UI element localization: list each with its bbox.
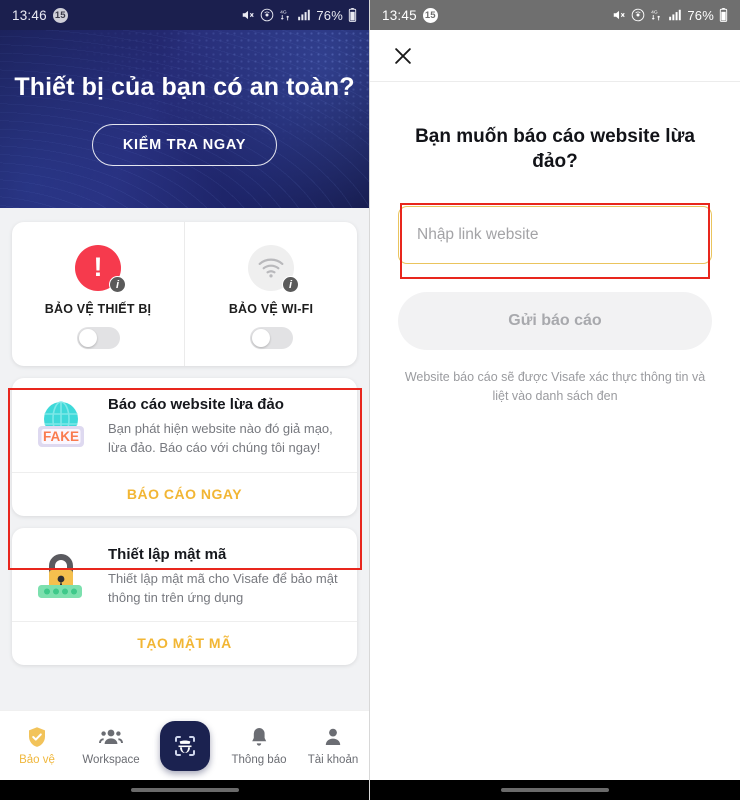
wifi-protection-label: BẢO VỆ WI-FI <box>228 302 314 316</box>
data-transfer-icon: 4G <box>280 9 290 21</box>
nav-item-scan-fab[interactable] <box>148 720 222 771</box>
battery-percent: 76% <box>316 7 343 23</box>
hero-title: Thiết bị của bạn có an toàn? <box>14 72 355 101</box>
hotspot-icon <box>632 8 645 22</box>
protection-card: ! i BẢO VỆ THIẾT BỊ i BẢO VỆ WI-FI <box>12 222 357 366</box>
website-link-input[interactable] <box>398 206 712 265</box>
mute-icon <box>243 10 255 20</box>
bottom-navigation: Bảo vệ Workspace Thông báo Tài khoản <box>0 710 369 780</box>
nav-label: Workspace <box>82 754 140 766</box>
wifi-protection-icon-wrap: i <box>248 245 299 293</box>
info-icon[interactable]: i <box>109 276 126 293</box>
padlock-icon <box>28 544 94 608</box>
nav-label: Thông báo <box>231 754 287 766</box>
device-protection-icon-wrap: ! i <box>75 245 126 293</box>
report-card-top: FAKE Báo cáo website lừa đảo Bạn phát hi… <box>12 378 357 472</box>
status-bar-left: 13:46 15 <box>12 7 68 23</box>
wifi-protection-tile[interactable]: i BẢO VỆ WI-FI <box>184 222 357 366</box>
report-sheet-body: Bạn muốn báo cáo website lừa đảo? Gửi bá… <box>370 82 740 406</box>
mute-icon <box>614 10 626 20</box>
device-protection-label: BẢO VỆ THIẾT BỊ <box>44 302 152 316</box>
bell-icon <box>252 728 267 746</box>
check-now-button[interactable]: KIỂM TRA NGAY <box>91 123 278 166</box>
sheet-header <box>370 30 740 82</box>
status-badge: 15 <box>52 7 68 23</box>
sheet-note: Website báo cáo sẽ được Visafe xác thực … <box>404 370 706 403</box>
svg-text:4G: 4G <box>280 9 287 15</box>
report-now-button[interactable]: BÁO CÁO NGAY <box>12 471 357 516</box>
battery-icon <box>348 8 357 22</box>
svg-text:FAKE: FAKE <box>43 429 79 444</box>
passcode-card-title: Thiết lập mật mã <box>108 545 227 563</box>
toggle-knob <box>78 329 97 347</box>
passcode-card-desc: Thiết lập mật mã cho Visafe để bảo mật t… <box>108 570 338 605</box>
nav-label: Bảo vệ <box>19 754 55 766</box>
status-bar: 13:45 15 4G 76% <box>370 0 740 30</box>
report-card-title: Báo cáo website lừa đảo <box>108 396 284 413</box>
status-bar: 13:46 15 4G 76% <box>0 0 369 30</box>
status-bar-left: 13:45 15 <box>382 7 438 23</box>
sheet-title: Bạn muốn báo cáo website lừa đảo? <box>415 126 695 173</box>
status-time: 13:46 <box>12 7 47 23</box>
left-phone-screen: 13:46 15 4G 76% Thiết bị của bạn có an t… <box>0 0 370 800</box>
device-protection-toggle[interactable] <box>76 327 120 349</box>
battery-icon <box>719 8 728 22</box>
wifi-protection-toggle[interactable] <box>249 327 293 349</box>
setup-passcode-card[interactable]: Thiết lập mật mã Thiết lập mật mã cho Vi… <box>12 527 357 666</box>
visafe-scan-fab-icon[interactable] <box>160 720 210 771</box>
signal-icon <box>669 9 682 21</box>
battery-percent: 76% <box>687 7 714 23</box>
shield-check-icon <box>29 727 45 747</box>
dual-screenshot: 13:46 15 4G 76% Thiết bị của bạn có an t… <box>0 0 740 800</box>
gesture-bar <box>370 780 740 800</box>
passcode-card-text: Thiết lập mật mã Thiết lập mật mã cho Vi… <box>108 544 341 608</box>
status-bar-right: 4G 76% <box>241 8 357 23</box>
right-phone-screen: 13:45 15 4G 76% Bạn muốn báo cáo website… <box>370 0 740 800</box>
gesture-handle[interactable] <box>501 788 609 792</box>
close-icon[interactable] <box>392 45 414 67</box>
toggle-knob <box>251 329 270 347</box>
person-icon <box>325 728 341 745</box>
gesture-bar <box>0 780 369 800</box>
data-transfer-icon: 4G <box>651 9 661 21</box>
report-card-text: Báo cáo website lừa đảo Bạn phát hiện we… <box>108 394 341 458</box>
nav-label: Tài khoản <box>307 754 359 766</box>
hotspot-icon <box>261 8 274 22</box>
nav-item-thong-bao[interactable]: Thông báo <box>222 725 296 766</box>
status-time: 13:45 <box>382 7 417 23</box>
fake-website-icon: FAKE <box>28 394 94 458</box>
info-icon[interactable]: i <box>282 276 299 293</box>
signal-icon <box>298 9 311 21</box>
status-badge: 15 <box>422 7 438 23</box>
people-group-icon <box>99 729 123 744</box>
nav-item-workspace[interactable]: Workspace <box>74 725 148 766</box>
nav-item-tai-khoan[interactable]: Tài khoản <box>296 725 369 766</box>
status-bar-right: 4G 76% <box>612 8 728 23</box>
hero-banner: Thiết bị của bạn có an toàn? KIỂM TRA NG… <box>0 30 369 208</box>
report-card-desc: Bạn phát hiện website nào đó giả mạo, lừ… <box>108 421 333 455</box>
report-fake-website-card[interactable]: FAKE Báo cáo website lừa đảo Bạn phát hi… <box>12 378 357 516</box>
passcode-card-top: Thiết lập mật mã Thiết lập mật mã cho Vi… <box>12 528 357 622</box>
gesture-handle[interactable] <box>131 788 239 792</box>
create-passcode-button[interactable]: TẠO MẬT MÃ <box>12 621 357 665</box>
main-content: ! i BẢO VỆ THIẾT BỊ i BẢO VỆ WI-FI FAKE … <box>0 208 369 760</box>
svg-text:4G: 4G <box>651 9 658 15</box>
device-protection-tile[interactable]: ! i BẢO VỆ THIẾT BỊ <box>12 222 184 366</box>
nav-item-bao-ve[interactable]: Bảo vệ <box>0 725 74 766</box>
submit-report-button[interactable]: Gửi báo cáo <box>398 292 712 351</box>
